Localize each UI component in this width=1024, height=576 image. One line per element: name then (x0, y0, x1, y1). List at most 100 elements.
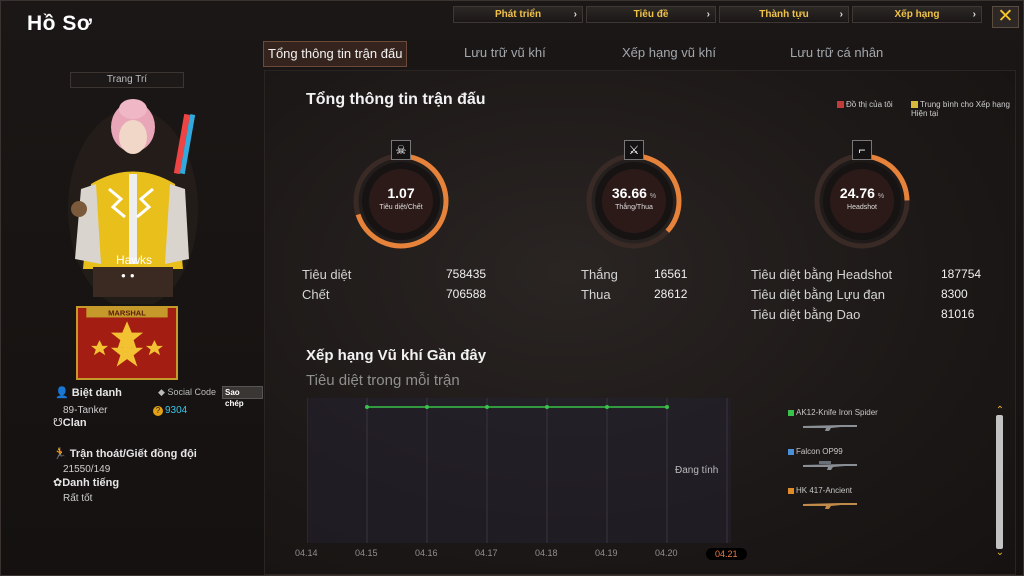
scroll-track[interactable] (996, 415, 1003, 549)
stat-kills-label: Tiêu diệt (302, 267, 352, 282)
clan-label: ☋Clan (53, 416, 87, 429)
data-point (605, 405, 609, 409)
stat-headshot-kills-label: Tiêu diệt bằng Headshot (751, 267, 893, 282)
x-tick-label: 04.18 (535, 548, 558, 558)
ring-headshot-caption: Headshot (847, 204, 877, 211)
topnav-development[interactable]: Phát triển › (453, 6, 583, 23)
chevron-right-icon: › (573, 9, 577, 20)
ring-headshot-value-wrap: 24.76% (810, 185, 914, 201)
topnav-ranking[interactable]: Xếp hạng › (852, 6, 982, 23)
profile-window: Hồ Sơ Phát triển › Tiêu đề › Thành tựu › Xế… (0, 0, 1024, 576)
stat-knife-kills-value: 81016 (941, 307, 975, 321)
topnav-titles[interactable]: Tiêu đề › (586, 6, 716, 23)
weapon-name: HK 417-Ancient (796, 486, 853, 495)
crossed-swords-icon: ⚔ (624, 140, 644, 160)
weapon-legend-0: AK12-Knife Iron Spider (788, 408, 878, 417)
runner-icon: 🏃 (53, 448, 67, 460)
clan-icon: ☋ (53, 417, 63, 429)
x-tick-label: 04.20 (655, 548, 678, 558)
weapon-swatch (788, 487, 794, 494)
weapon-legend-2: HK 417-Ancient (788, 486, 852, 495)
summary-title: Tổng thông tin trận đấu (306, 91, 486, 108)
topnav-label: Tiêu đề (633, 9, 669, 20)
weapon-name: AK12-Knife Iron Spider (796, 408, 878, 417)
recent-title: Xếp hạng Vũ khí Gần đây (306, 347, 487, 364)
ring-winloss-label: 36.66% Thắng/Thua (582, 185, 686, 211)
profile-sidebar: Trang Trí Hawks ●● MARSHAL 👤 Biệt danh ◆… (1, 69, 263, 575)
chevron-right-icon: › (839, 9, 843, 20)
ring-headshot-label: 24.76% Headshot (810, 185, 914, 211)
rank-badge: MARSHAL (76, 306, 178, 380)
x-tick-label: 04.15 (355, 548, 378, 558)
data-point (485, 405, 489, 409)
legend-average: Trung bình cho Xếp hạng Hiện tại (911, 100, 1011, 118)
weapon-legend-1: Falcon OP99 (788, 447, 843, 456)
sniper-icon (803, 461, 857, 470)
chevron-right-icon: › (706, 9, 710, 20)
scroll-up-icon[interactable]: ⌃ (994, 406, 1006, 416)
ring-winloss-unit: % (649, 193, 657, 200)
ring-kd: ☠ 1.07 Tiêu diệt/Chết (349, 140, 453, 253)
x-tick-label: 04.19 (595, 548, 618, 558)
legend-mine-text: Đồ thị của tôi (846, 100, 893, 109)
ring-winloss: ⚔ 36.66% Thắng/Thua (582, 140, 686, 253)
decorate-button[interactable]: Trang Trí (70, 72, 184, 88)
rank-badge-text: MARSHAL (108, 309, 146, 318)
stat-grenade-kills-label: Tiêu diệt bằng Lựu đạn (751, 287, 885, 302)
ring-kd-value: 1.07 (387, 185, 415, 201)
data-point (365, 405, 369, 409)
ring-kd-caption: Tiêu diệt/Chết (379, 204, 423, 211)
legend-swatch (911, 101, 918, 109)
copy-button[interactable]: Sao chép (222, 386, 263, 408)
ring-winloss-value: 36.66 (611, 185, 647, 201)
close-button[interactable]: ✕ (992, 6, 1019, 28)
weapon-swatch (788, 448, 794, 455)
legend-avg-text: Trung bình cho Xếp hạng Hiện tại (911, 100, 1010, 118)
tab-personal-archive[interactable]: Lưu trữ cá nhân (790, 41, 883, 67)
data-point (545, 405, 549, 409)
chevron-right-icon: › (972, 9, 976, 20)
character-name: Hawks (115, 253, 152, 267)
scroll-down-icon[interactable]: ⌄ (994, 548, 1006, 558)
topnav-label: Thành tựu (759, 9, 809, 20)
recent-kills-chart (307, 398, 731, 543)
reputation-value: Rất tốt (63, 493, 93, 504)
stat-wins-value: 16561 (654, 267, 688, 281)
coin-icon: ? (153, 406, 163, 416)
calculating-status: Đang tính (675, 465, 719, 476)
skull-icon: ☠ (391, 140, 411, 160)
social-code-label: ◆ Social Code (158, 387, 216, 398)
stat-losses-value: 28612 (654, 287, 688, 301)
ring-headshot-value: 24.76 (839, 185, 875, 201)
legend-mine: Đồ thị của tôi (837, 100, 893, 109)
rifle-icon (803, 425, 857, 431)
tag-icon: ◆ (158, 387, 165, 397)
x-tick-label[interactable]: 04.21 (706, 548, 747, 560)
rifle-icon: ⌐ (852, 140, 872, 160)
ring-winloss-caption: Thắng/Thua (615, 204, 653, 211)
escape-value: 21550/149 (63, 464, 111, 475)
tab-weapon-ranking[interactable]: Xếp hạng vũ khí (622, 41, 716, 67)
weapon-list-scrollbar[interactable]: ⌃ ⌄ (994, 406, 1006, 558)
stat-losses-label: Thua (581, 287, 611, 302)
stat-wins-label: Thắng (581, 267, 618, 282)
carousel-dots[interactable]: ●● (121, 271, 139, 280)
coin-balance: ? 9304 (153, 405, 187, 416)
topnav-achievements[interactable]: Thành tựu › (719, 6, 849, 23)
tab-weapon-archive[interactable]: Lưu trữ vũ khí (464, 41, 546, 67)
main-panel: Tổng thông tin trận đấu Đồ thị của tôi T… (264, 70, 1016, 575)
stat-kills-value: 758435 (446, 267, 487, 281)
x-tick-label: 04.16 (415, 548, 438, 558)
stat-knife-kills-label: Tiêu diệt bằng Dao (751, 307, 861, 322)
weapon-swatch (788, 409, 794, 416)
reputation-label: ✿Danh tiếng (53, 476, 119, 489)
tab-match-summary[interactable]: Tổng thông tin trận đấu (263, 41, 408, 67)
x-tick-label: 04.17 (475, 548, 498, 558)
data-point (425, 405, 429, 409)
nickname-value: 89-Tanker (63, 405, 108, 416)
legend-swatch (837, 101, 844, 109)
escape-label-text: Trận thoát/Giết đồng đội (69, 448, 197, 460)
coin-value: 9304 (165, 405, 188, 416)
stat-grenade-kills-value: 8300 (941, 287, 968, 301)
ring-kd-label: 1.07 Tiêu diệt/Chết (349, 185, 453, 211)
